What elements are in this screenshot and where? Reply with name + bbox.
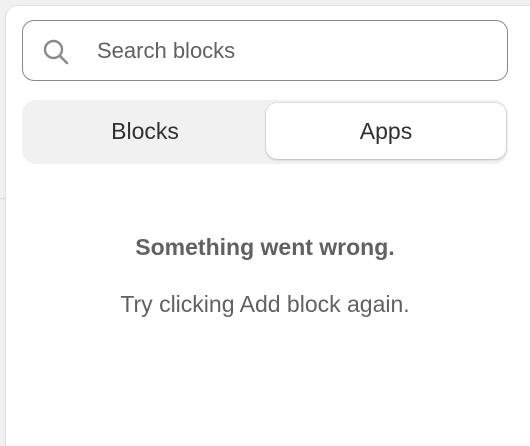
block-type-tabs: Blocks Apps xyxy=(22,100,508,164)
error-empty-state: Something went wrong. Try clicking Add b… xyxy=(6,232,524,319)
error-message: Try clicking Add block again. xyxy=(120,291,410,317)
search-input[interactable] xyxy=(97,21,497,80)
error-title: Something went wrong. xyxy=(135,234,395,260)
tab-apps[interactable]: Apps xyxy=(266,103,506,159)
search-field[interactable] xyxy=(22,20,508,81)
tab-blocks[interactable]: Blocks xyxy=(25,103,265,159)
search-icon xyxy=(43,39,69,65)
add-block-popover: Blocks Apps Something went wrong. Try cl… xyxy=(6,6,530,446)
